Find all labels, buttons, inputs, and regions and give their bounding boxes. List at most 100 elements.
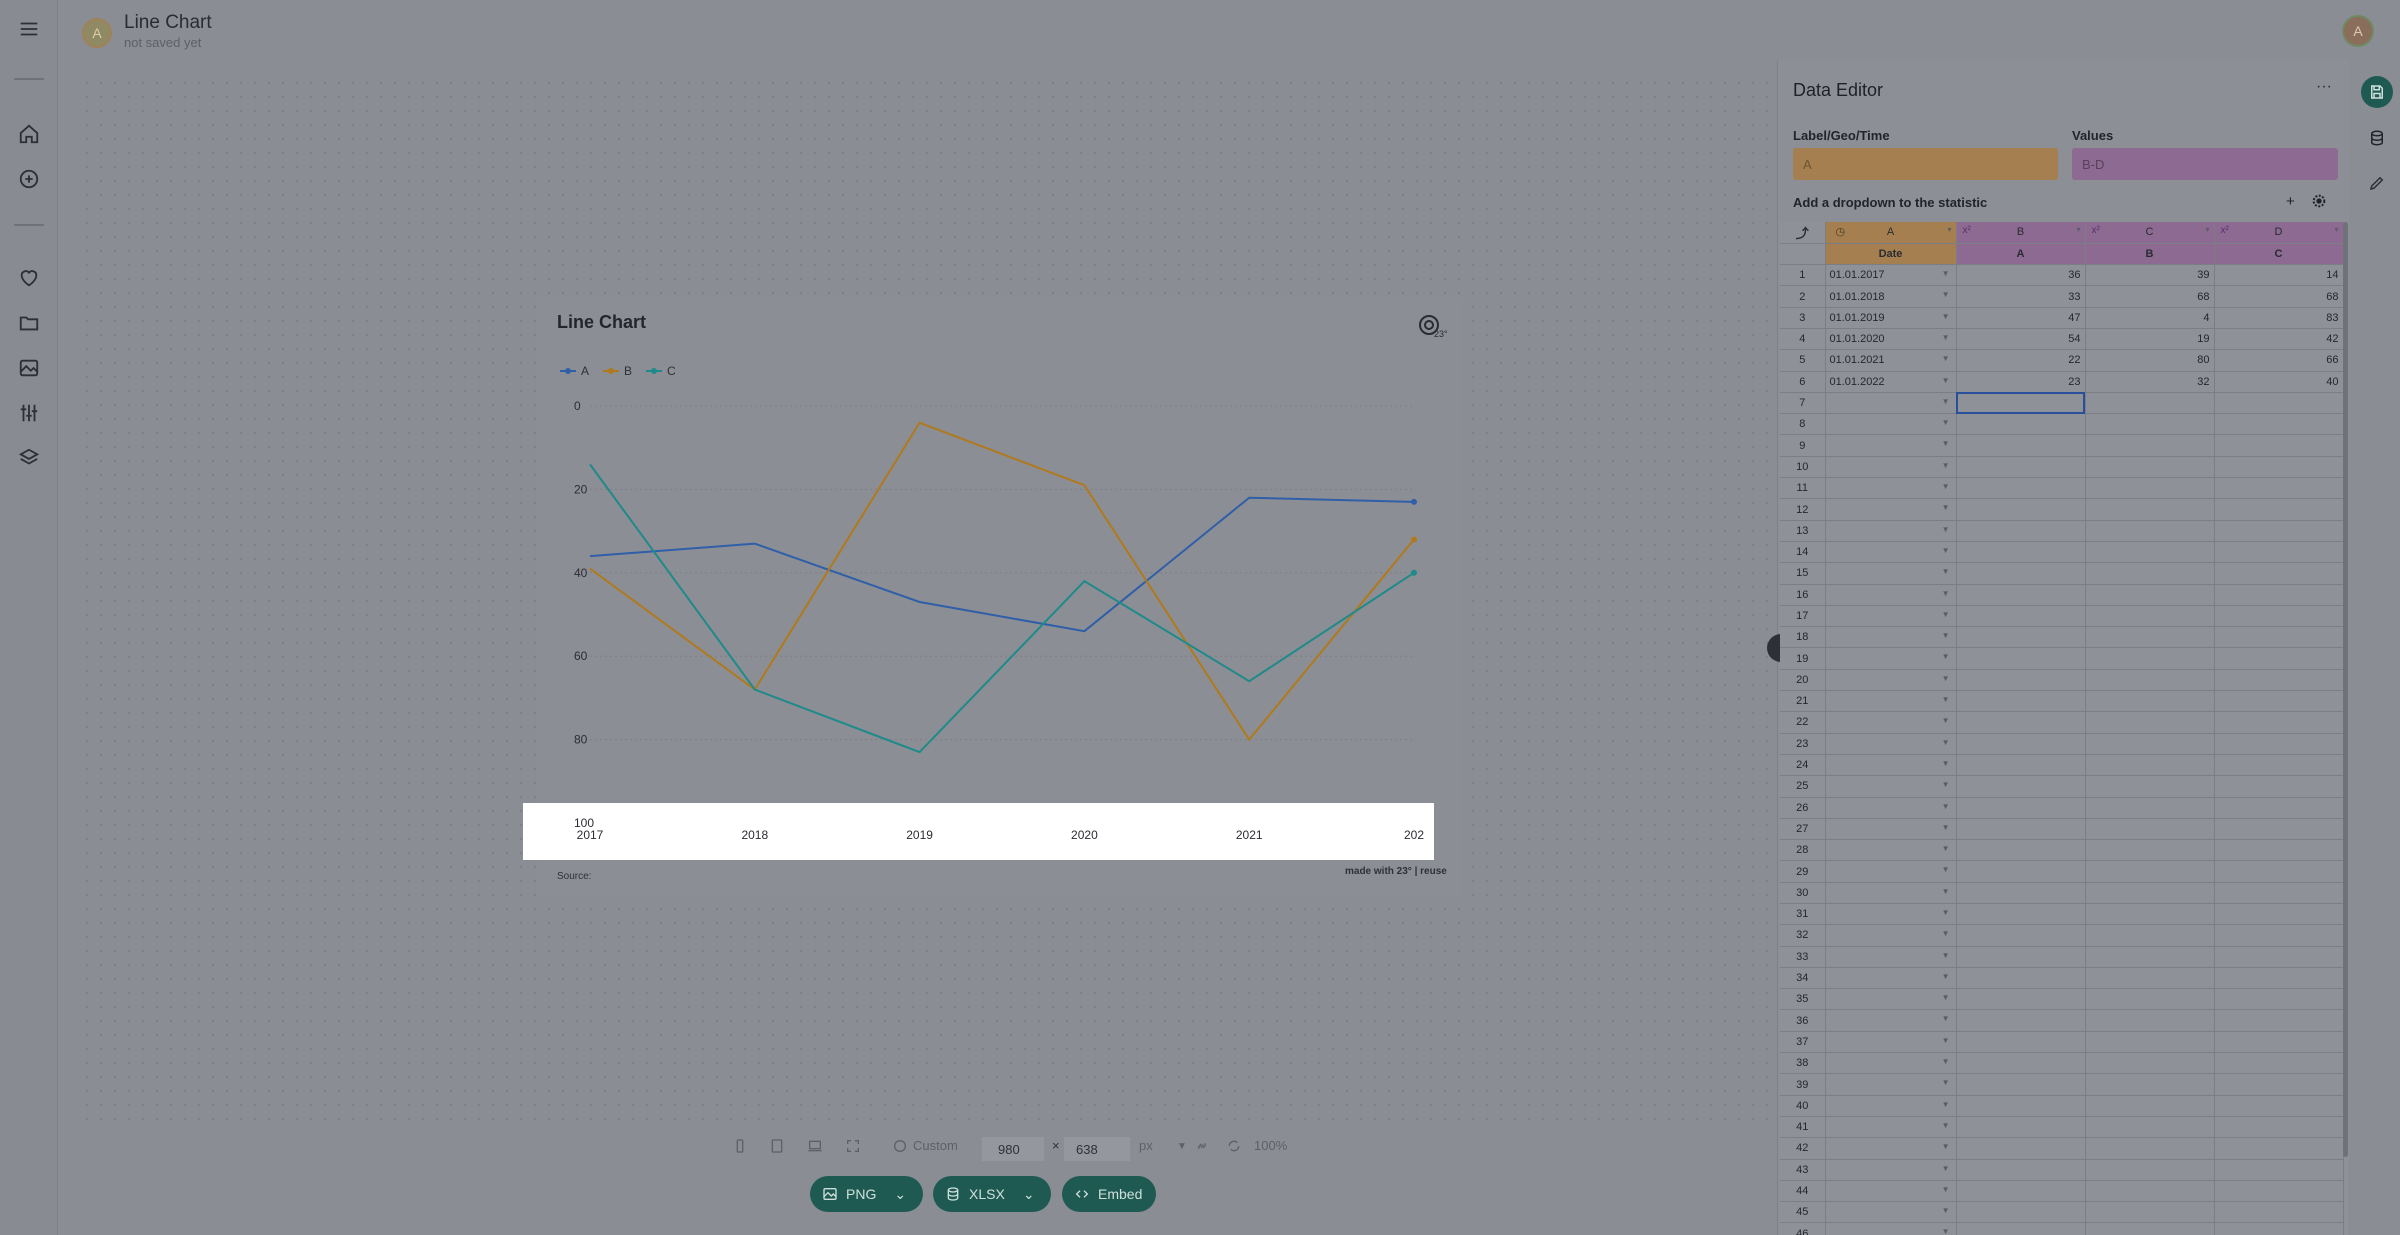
value-cell[interactable] <box>1956 1159 2086 1181</box>
date-cell[interactable]: ▼ <box>1825 690 1957 713</box>
value-cell[interactable] <box>2085 456 2215 479</box>
value-cell[interactable] <box>2214 669 2344 692</box>
date-cell[interactable]: ▼ <box>1825 1180 1957 1203</box>
value-cell[interactable] <box>2085 1201 2215 1224</box>
home-icon[interactable] <box>16 121 42 147</box>
value-cell[interactable] <box>2085 477 2215 500</box>
value-cell[interactable] <box>1956 733 2086 755</box>
value-cell[interactable] <box>1956 1073 2086 1096</box>
row-number[interactable]: 34 <box>1780 967 1826 990</box>
dropdown-icon[interactable]: ▼ <box>1942 972 1950 981</box>
row-number[interactable]: 16 <box>1780 584 1826 606</box>
dropdown-icon[interactable]: ▼ <box>1942 1036 1950 1045</box>
value-cell[interactable] <box>2214 392 2344 415</box>
value-cell[interactable] <box>2214 626 2344 649</box>
add-icon[interactable] <box>16 166 42 192</box>
sliders-icon[interactable] <box>16 400 42 426</box>
value-cell[interactable] <box>2085 754 2215 777</box>
series-line-c[interactable] <box>589 463 1415 754</box>
column-name-d[interactable]: C <box>2214 243 2344 266</box>
date-cell[interactable]: ▼ <box>1825 584 1957 606</box>
menu-icon[interactable] <box>16 16 42 42</box>
dropdown-icon[interactable]: ▼ <box>1942 951 1950 960</box>
row-number[interactable]: 26 <box>1780 797 1826 819</box>
value-cell[interactable] <box>2214 1159 2344 1181</box>
dropdown-icon[interactable]: ▼ <box>1942 525 1950 534</box>
date-cell[interactable]: ▼ <box>1825 669 1957 692</box>
date-cell[interactable]: ▼ <box>1825 520 1957 542</box>
row-number[interactable]: 25 <box>1780 775 1826 798</box>
date-cell[interactable]: ▼ <box>1825 1095 1957 1117</box>
dropdown-icon[interactable]: ▼ <box>1942 376 1950 385</box>
dropdown-icon[interactable]: ▼ <box>1942 716 1950 725</box>
value-cell[interactable] <box>2214 1137 2344 1160</box>
value-cell[interactable] <box>1956 988 2086 1011</box>
column-name-c[interactable]: B <box>2085 243 2215 266</box>
row-number[interactable]: 1 <box>1780 264 1826 287</box>
value-cell[interactable]: 40 <box>2214 371 2344 393</box>
filter-icon[interactable]: ▾ <box>2076 225 2080 234</box>
value-cell[interactable] <box>2085 839 2215 862</box>
value-cell[interactable] <box>2085 797 2215 819</box>
row-number[interactable]: 45 <box>1780 1201 1826 1224</box>
column-name-a[interactable]: Date <box>1825 243 1957 266</box>
row-number[interactable]: 23 <box>1780 733 1826 755</box>
filter-icon[interactable]: ▾ <box>2205 225 2209 234</box>
value-cell[interactable] <box>2214 924 2344 947</box>
row-number[interactable]: 42 <box>1780 1137 1826 1160</box>
filter-icon[interactable]: ▾ <box>2334 225 2338 234</box>
value-cell[interactable] <box>2085 434 2215 457</box>
value-cell[interactable] <box>2214 1201 2344 1224</box>
value-cell[interactable] <box>2085 924 2215 947</box>
value-cell[interactable] <box>1956 860 2086 883</box>
value-cell[interactable] <box>2214 967 2344 990</box>
export-xlsx-button[interactable]: XLSX ⌄ <box>933 1176 1051 1212</box>
value-cell[interactable] <box>1956 413 2086 436</box>
value-cell[interactable] <box>2085 946 2215 968</box>
date-cell[interactable]: ▼ <box>1825 434 1957 457</box>
dropdown-icon[interactable]: ▼ <box>1942 695 1950 704</box>
value-cell[interactable] <box>1956 1095 2086 1117</box>
value-cell[interactable] <box>1956 1137 2086 1160</box>
dropdown-icon[interactable]: ▼ <box>1942 610 1950 619</box>
row-number[interactable]: 40 <box>1780 1095 1826 1117</box>
date-cell[interactable]: ▼ <box>1825 456 1957 479</box>
size-preset[interactable]: Custom <box>913 1138 958 1153</box>
data-tab-button[interactable] <box>2361 122 2393 154</box>
value-cell[interactable] <box>2085 1073 2215 1096</box>
row-number[interactable]: 8 <box>1780 413 1826 436</box>
row-number[interactable]: 4 <box>1780 328 1826 351</box>
dropdown-icon[interactable]: ▼ <box>1942 865 1950 874</box>
value-cell[interactable] <box>2085 1222 2215 1235</box>
row-number[interactable]: 38 <box>1780 1052 1826 1075</box>
date-cell[interactable]: ▼ <box>1825 626 1957 649</box>
row-number[interactable]: 13 <box>1780 520 1826 542</box>
date-cell[interactable]: 01.01.2018 ▼ <box>1825 285 1957 308</box>
value-cell[interactable] <box>2214 690 2344 713</box>
dropdown-icon[interactable]: ▼ <box>1942 993 1950 1002</box>
value-cell[interactable] <box>2214 434 2344 457</box>
made-with-credit[interactable]: made with 23° | reuse <box>1345 866 1447 877</box>
date-cell[interactable]: ▼ <box>1825 541 1957 564</box>
value-cell[interactable]: 66 <box>2214 349 2344 372</box>
unit-dropdown-icon[interactable]: ▼ <box>1177 1141 1187 1152</box>
date-cell[interactable]: ▼ <box>1825 946 1957 968</box>
row-number[interactable]: 31 <box>1780 903 1826 926</box>
row-number[interactable]: 36 <box>1780 1009 1826 1032</box>
value-cell[interactable] <box>2085 520 2215 542</box>
save-button[interactable] <box>2361 76 2393 108</box>
value-cell[interactable] <box>2214 988 2344 1011</box>
image-icon[interactable] <box>16 355 42 381</box>
link-icon[interactable] <box>1194 1138 1210 1154</box>
value-cell[interactable] <box>2085 541 2215 564</box>
date-cell[interactable]: ▼ <box>1825 477 1957 500</box>
dropdown-icon[interactable]: ▼ <box>1942 439 1950 448</box>
value-cell[interactable] <box>2214 520 2344 542</box>
row-number[interactable]: 32 <box>1780 924 1826 947</box>
date-cell[interactable]: ▼ <box>1825 1137 1957 1160</box>
value-cell[interactable]: 23 <box>1956 371 2086 393</box>
date-cell[interactable]: ▼ <box>1825 1222 1957 1235</box>
values-columns-field[interactable]: B-D <box>2072 148 2338 180</box>
dropdown-icon[interactable]: ▼ <box>1942 503 1950 512</box>
row-number[interactable]: 24 <box>1780 754 1826 777</box>
